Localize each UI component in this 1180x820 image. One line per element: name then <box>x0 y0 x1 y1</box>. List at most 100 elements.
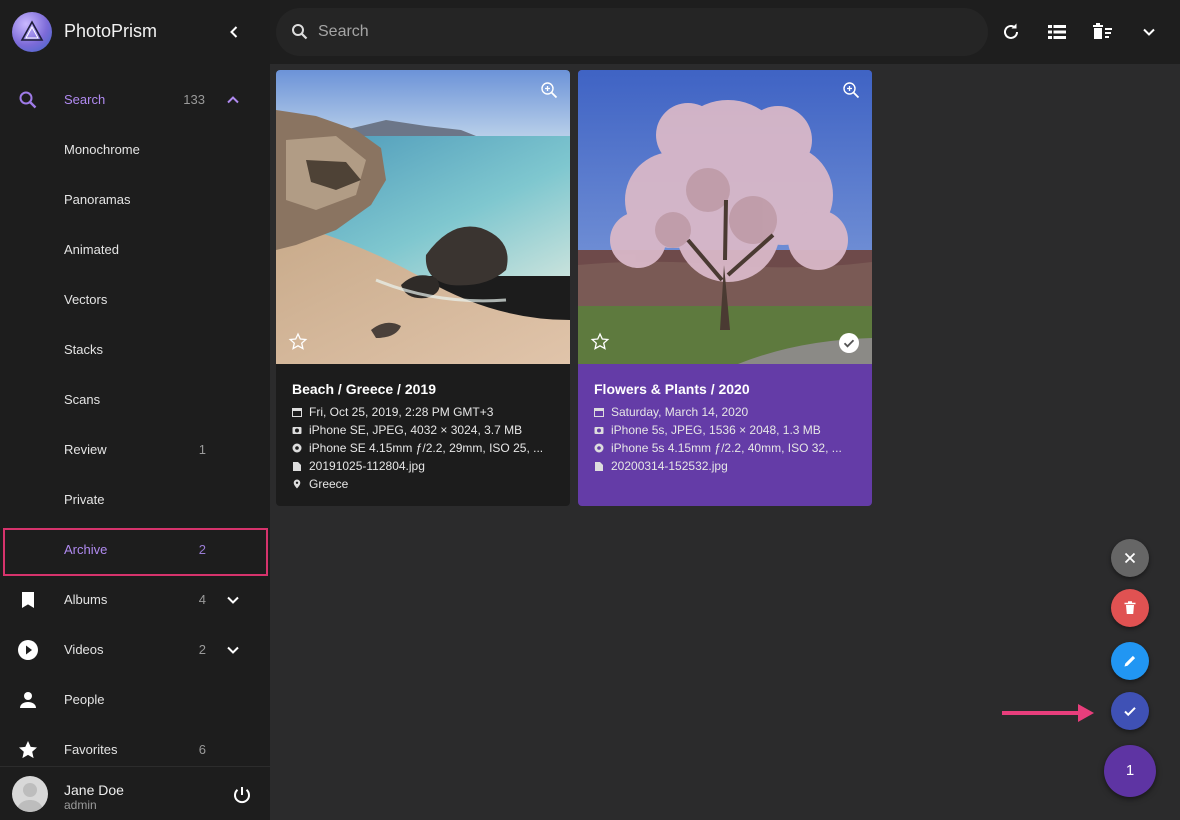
sidebar-item-private[interactable]: Private <box>0 475 270 525</box>
sidebar-item-label: Videos <box>64 642 104 657</box>
photo-card-selected[interactable]: Flowers & Plants / 2020 Saturday, March … <box>578 70 872 506</box>
zoom-in-icon[interactable] <box>842 81 860 99</box>
person-icon <box>16 688 40 712</box>
pencil-icon <box>1124 655 1136 667</box>
photo-card[interactable]: Beach / Greece / 2019 Fri, Oct 25, 2019,… <box>276 70 570 506</box>
bookmark-icon <box>16 588 40 612</box>
chevron-down-icon[interactable] <box>221 638 245 662</box>
sidebar-item-label: Vectors <box>64 292 108 307</box>
clear-selection-button[interactable] <box>1111 539 1149 577</box>
sidebar-item-search[interactable]: Search 133 <box>0 75 270 125</box>
aperture-icon <box>292 443 302 453</box>
star-icon <box>16 738 40 762</box>
sidebar-item-count: 6 <box>198 742 206 757</box>
trash-icon <box>1124 601 1136 614</box>
chevron-down-icon[interactable] <box>221 588 245 612</box>
photo-thumbnail[interactable] <box>578 70 872 364</box>
file-icon <box>595 462 603 471</box>
navigation-sidebar: PhotoPrism Search 133 Monochrome Panoram… <box>0 0 270 820</box>
search-input[interactable] <box>318 8 978 56</box>
sidebar-item-label: Search <box>64 92 106 107</box>
close-icon <box>1124 552 1136 564</box>
sidebar-item-count: 2 <box>198 642 206 657</box>
sidebar-item-label: Favorites <box>64 742 118 757</box>
search-icon <box>16 88 40 112</box>
collapse-sidebar-button[interactable] <box>222 20 246 44</box>
toolbar <box>270 0 1180 64</box>
chevron-up-icon[interactable] <box>221 88 245 112</box>
more-options-button[interactable] <box>1137 20 1161 44</box>
sidebar-item-label: Monochrome <box>64 142 140 157</box>
selection-count-button[interactable]: 1 <box>1104 745 1156 797</box>
chevron-left-icon <box>230 26 238 38</box>
photo-location[interactable]: Greece <box>292 477 348 491</box>
select-button[interactable] <box>1111 692 1149 730</box>
check-circle-icon[interactable] <box>838 332 860 354</box>
photo-filename: 20200314-152532.jpg <box>594 459 728 473</box>
sidebar-item-count: 1 <box>198 442 206 457</box>
photo-date: Fri, Oct 25, 2019, 2:28 PM GMT+3 <box>292 405 493 419</box>
sidebar-item-label: Animated <box>64 242 119 257</box>
photo-lens: iPhone 5s 4.15mm ƒ/2.2, 40mm, ISO 32, ..… <box>594 441 842 455</box>
sidebar-item-albums[interactable]: Albums 4 <box>0 575 270 625</box>
sidebar-item-count: 4 <box>198 592 206 607</box>
sidebar-item-label: Albums <box>64 592 108 607</box>
power-icon <box>234 787 250 804</box>
camera-icon <box>292 427 302 434</box>
sidebar-item-monochrome[interactable]: Monochrome <box>0 125 270 175</box>
sidebar-item-panoramas[interactable]: Panoramas <box>0 175 270 225</box>
app-title: PhotoPrism <box>64 21 158 41</box>
sidebar-item-label: People <box>64 692 105 707</box>
sidebar-item-review[interactable]: Review 1 <box>0 425 270 475</box>
photo-camera: iPhone SE, JPEG, 4032 × 3024, 3.7 MB <box>292 423 522 437</box>
list-view-icon <box>1048 25 1066 39</box>
delete-sweep-icon <box>1093 23 1112 39</box>
list-view-button[interactable] <box>1045 20 1069 44</box>
delete-button[interactable] <box>1111 589 1149 627</box>
star-outline-icon[interactable] <box>590 332 610 352</box>
sidebar-item-label: Panoramas <box>64 192 131 207</box>
delete-sweep-button[interactable] <box>1091 20 1115 44</box>
sidebar-item-stacks[interactable]: Stacks <box>0 325 270 375</box>
edit-button[interactable] <box>1111 642 1149 680</box>
sidebar-header: PhotoPrism <box>0 0 270 64</box>
zoom-in-icon[interactable] <box>540 81 558 99</box>
photo-title: Flowers & Plants / 2020 <box>594 381 750 397</box>
camera-icon <box>594 427 604 434</box>
sidebar-item-vectors[interactable]: Vectors <box>0 275 270 325</box>
photo-camera: iPhone 5s, JPEG, 1536 × 2048, 1.3 MB <box>594 423 821 437</box>
star-outline-icon[interactable] <box>288 332 308 352</box>
sidebar-item-animated[interactable]: Animated <box>0 225 270 275</box>
sidebar-item-label: Review <box>64 442 107 457</box>
search-icon <box>288 20 312 49</box>
sidebar-item-videos[interactable]: Videos 2 <box>0 625 270 675</box>
photo-thumbnail[interactable] <box>276 70 570 364</box>
calendar-icon <box>594 408 604 417</box>
location-icon <box>293 479 301 489</box>
user-name: Jane Doe <box>64 782 124 798</box>
photo-lens: iPhone SE 4.15mm ƒ/2.2, 29mm, ISO 25, ..… <box>292 441 543 455</box>
archive-highlight-box <box>3 528 268 576</box>
sidebar-item-label: Scans <box>64 392 101 407</box>
sidebar-item-label: Stacks <box>64 342 104 357</box>
photo-date: Saturday, March 14, 2020 <box>594 405 748 419</box>
user-account[interactable]: Jane Doe admin <box>0 766 270 820</box>
chevron-down-icon <box>1143 28 1155 36</box>
logout-button[interactable] <box>230 783 254 807</box>
refresh-icon <box>1004 23 1018 39</box>
play-circle-icon <box>16 638 40 662</box>
photo-title: Beach / Greece / 2019 <box>292 381 436 397</box>
sidebar-item-people[interactable]: People <box>0 675 270 725</box>
photoprism-logo <box>12 12 52 52</box>
sidebar-item-label: Private <box>64 492 105 507</box>
user-role: admin <box>64 798 97 812</box>
avatar <box>12 776 48 812</box>
sidebar-item-scans[interactable]: Scans <box>0 375 270 425</box>
search-bar <box>276 8 988 56</box>
sidebar-item-count: 133 <box>183 92 205 107</box>
calendar-icon <box>292 408 302 417</box>
check-icon <box>1124 707 1136 717</box>
refresh-button[interactable] <box>999 20 1023 44</box>
file-icon <box>293 462 301 471</box>
photo-filename: 20191025-112804.jpg <box>292 459 425 473</box>
